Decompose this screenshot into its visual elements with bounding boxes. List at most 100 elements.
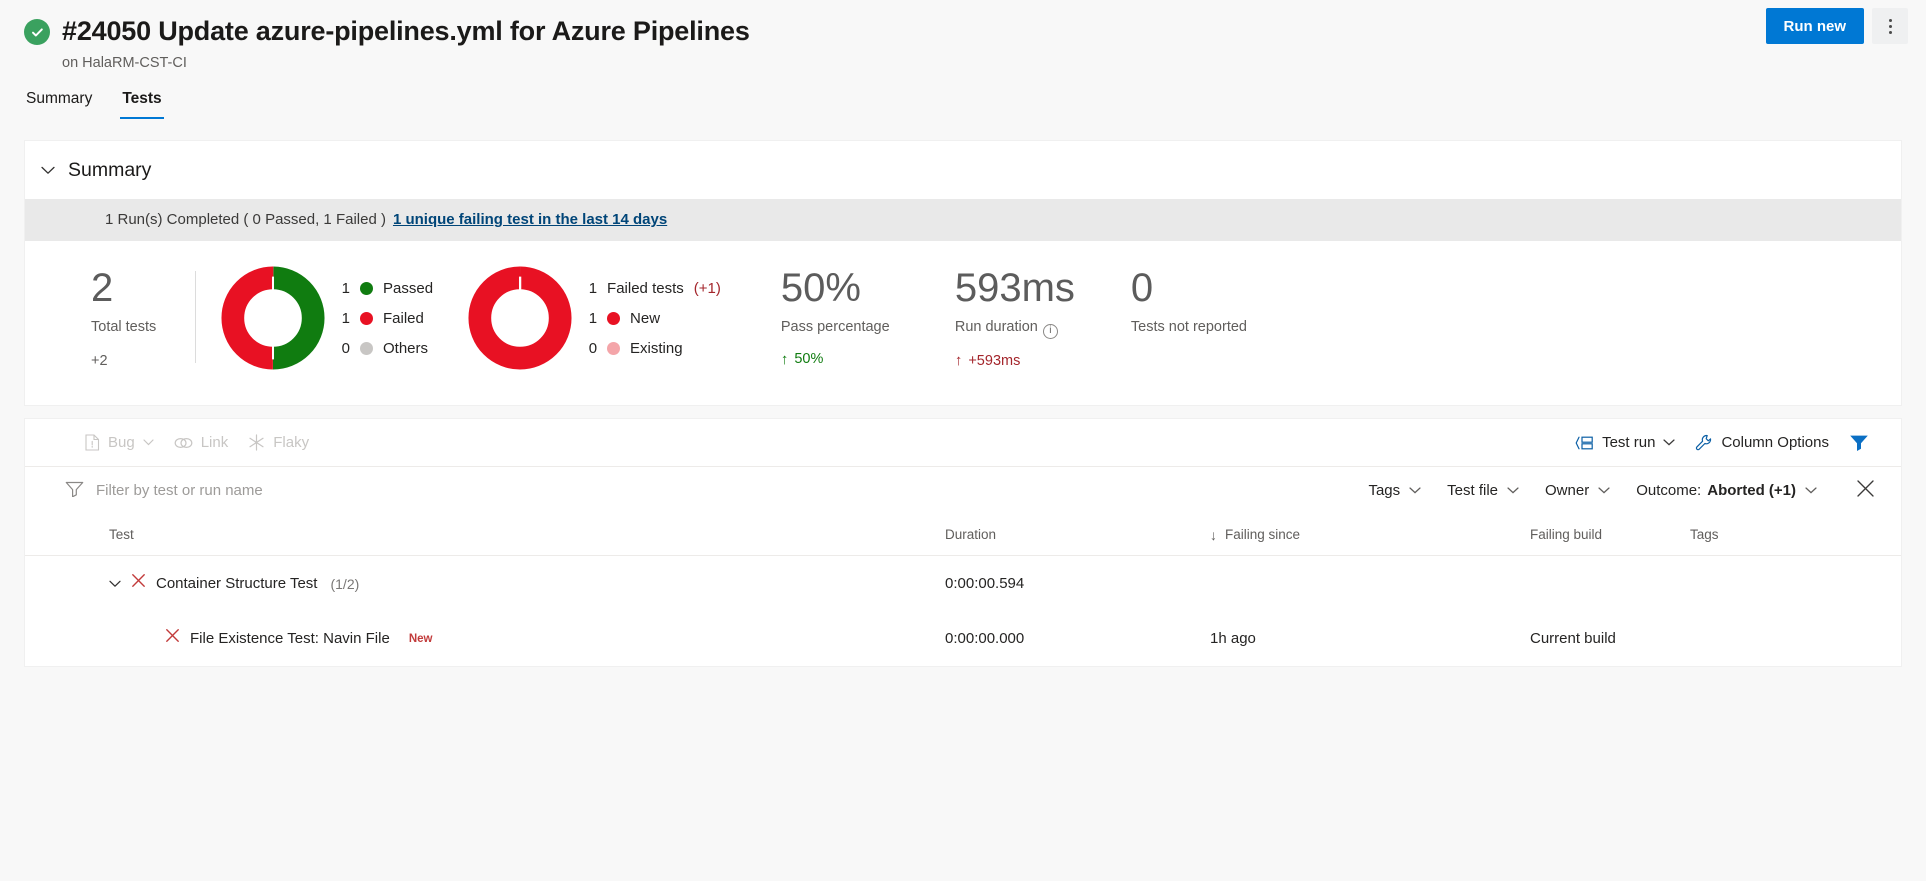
summary-card: Summary 1 Run(s) Completed ( 0 Passed, 1… bbox=[24, 140, 1902, 406]
ellipsis-dot bbox=[1889, 25, 1892, 28]
pass-percentage-trend: ↑ 50% bbox=[781, 349, 899, 369]
legend-count-failed-tests: 1 bbox=[587, 279, 597, 298]
table-row[interactable]: Container Structure Test (1/2) 0:00:00.5… bbox=[25, 556, 1901, 612]
run-duration-label-row: Run durationi bbox=[955, 317, 1075, 339]
table-row[interactable]: File Existence Test: Navin File New 0:00… bbox=[25, 611, 1901, 666]
summary-section-header[interactable]: Summary bbox=[25, 141, 1901, 199]
chevron-down-icon bbox=[1663, 439, 1675, 446]
legend-count-passed: 1 bbox=[340, 279, 350, 298]
column-options-label: Column Options bbox=[1721, 433, 1829, 453]
legend-dot-new bbox=[607, 312, 620, 325]
filter-pill-owner[interactable]: Owner bbox=[1534, 475, 1621, 507]
row-tags bbox=[1690, 611, 1901, 666]
pass-percentage-label: Pass percentage bbox=[781, 317, 899, 337]
test-run-grouping-button[interactable]: Test run bbox=[1565, 427, 1685, 459]
flaky-button[interactable]: Flaky bbox=[238, 427, 319, 459]
summary-banner: 1 Run(s) Completed ( 0 Passed, 1 Failed … bbox=[25, 199, 1901, 241]
chevron-down-icon bbox=[1507, 481, 1519, 501]
run-duration-value: 593ms bbox=[955, 265, 1075, 311]
pass-percentage-trend-value: 50% bbox=[794, 349, 823, 369]
legend-dot-existing bbox=[607, 342, 620, 355]
table-header: Test Duration ↓ Failing since Failing bu… bbox=[25, 515, 1901, 556]
flaky-label: Flaky bbox=[273, 433, 309, 453]
flaky-snowflake-icon bbox=[248, 434, 265, 451]
bug-label: Bug bbox=[108, 433, 135, 453]
column-header-failing-build[interactable]: Failing build bbox=[1530, 515, 1690, 556]
not-reported-value: 0 bbox=[1131, 265, 1249, 311]
ellipsis-dot bbox=[1889, 31, 1892, 34]
failing-since-sort-wrap: ↓ Failing since bbox=[1210, 526, 1530, 544]
filter-pill-test-file[interactable]: Test file bbox=[1436, 475, 1530, 507]
chevron-down-icon[interactable] bbox=[109, 580, 121, 588]
total-tests-value: 2 bbox=[91, 265, 195, 311]
page-header: #24050 Update azure-pipelines.yml for Az… bbox=[0, 0, 1926, 86]
info-icon[interactable]: i bbox=[1043, 324, 1058, 339]
run-completed-text: 1 Run(s) Completed ( 0 Passed, 1 Failed … bbox=[105, 209, 386, 231]
status-badge-new: New bbox=[409, 632, 433, 646]
outcome-donut-group: 1 Passed 1 Failed 0 Others bbox=[220, 265, 433, 371]
grouping-icon bbox=[1575, 435, 1594, 451]
filter-pills: Tags Test file Owner Outcome: Aborted ( bbox=[1357, 473, 1885, 509]
unique-failing-test-link[interactable]: 1 unique failing test in the last 14 day… bbox=[393, 209, 667, 231]
row-failing-build bbox=[1530, 556, 1690, 612]
filter-pill-tags[interactable]: Tags bbox=[1357, 475, 1432, 507]
failed-tests-heading: Failed tests bbox=[607, 279, 684, 298]
column-header-duration[interactable]: Duration bbox=[945, 515, 1210, 556]
arrow-up-icon: ↑ bbox=[781, 352, 789, 367]
legend-item-passed: 1 Passed bbox=[340, 279, 433, 298]
wrench-icon bbox=[1695, 434, 1713, 452]
total-tests-label: Total tests bbox=[91, 317, 195, 337]
run-new-button[interactable]: Run new bbox=[1766, 8, 1865, 44]
metric-total-tests: 2 Total tests +2 bbox=[25, 265, 195, 371]
bug-file-icon bbox=[85, 434, 100, 451]
legend-count-others: 0 bbox=[340, 339, 350, 358]
clear-filters-button[interactable] bbox=[1846, 473, 1885, 509]
bug-button[interactable]: Bug bbox=[75, 427, 164, 459]
metric-run-duration: 593ms Run durationi ↑ +593ms bbox=[955, 265, 1075, 371]
failed-tests-heading-row: 1 Failed tests (+1) bbox=[587, 279, 721, 298]
metrics-row: 2 Total tests +2 1 Passed bbox=[25, 241, 1901, 405]
page-title: #24050 Update azure-pipelines.yml for Az… bbox=[62, 14, 750, 48]
legend-dot-passed bbox=[360, 282, 373, 295]
link-button[interactable]: Link bbox=[164, 427, 239, 459]
close-icon bbox=[1856, 479, 1875, 503]
test-file-filter-label: Test file bbox=[1447, 481, 1498, 501]
more-actions-button[interactable] bbox=[1872, 8, 1908, 44]
column-header-failing-since[interactable]: ↓ Failing since bbox=[1210, 515, 1530, 556]
column-header-tags[interactable]: Tags bbox=[1690, 515, 1901, 556]
legend-item-new: 1 New bbox=[587, 309, 721, 328]
outcome-donut-chart bbox=[220, 265, 326, 371]
row-test-cell: File Existence Test: Navin File New bbox=[25, 611, 945, 666]
filter-pill-outcome[interactable]: Outcome: Aborted (+1) bbox=[1625, 475, 1828, 507]
row-duration: 0:00:00.594 bbox=[945, 556, 1210, 612]
column-header-test[interactable]: Test bbox=[25, 515, 945, 556]
pass-percentage-value: 50% bbox=[781, 265, 899, 311]
tab-summary[interactable]: Summary bbox=[24, 86, 94, 119]
row-tags bbox=[1690, 556, 1901, 612]
legend-count-existing: 0 bbox=[587, 339, 597, 358]
summary-heading: Summary bbox=[68, 158, 151, 182]
tab-tests[interactable]: Tests bbox=[120, 86, 163, 119]
column-options-button[interactable]: Column Options bbox=[1685, 427, 1839, 459]
build-subtitle: on HalaRM-CST-CI bbox=[62, 53, 1902, 73]
test-name: Container Structure Test bbox=[156, 574, 317, 594]
x-fail-icon bbox=[131, 573, 146, 594]
row-duration: 0:00:00.000 bbox=[945, 611, 1210, 666]
link-icon bbox=[174, 436, 193, 450]
chevron-down-icon bbox=[143, 439, 154, 446]
filter-toggle-button[interactable] bbox=[1839, 428, 1879, 457]
outcome-filter-value: Aborted (+1) bbox=[1707, 481, 1796, 501]
total-tests-delta: +2 bbox=[91, 351, 195, 371]
chevron-down-icon bbox=[1409, 481, 1421, 501]
legend-label-new: New bbox=[630, 309, 660, 328]
row-failing-since: 1h ago bbox=[1210, 611, 1530, 666]
failed-donut-chart bbox=[467, 265, 573, 371]
legend-label-passed: Passed bbox=[383, 279, 433, 298]
test-name: File Existence Test: Navin File bbox=[190, 629, 390, 649]
check-circle-success-icon bbox=[24, 19, 50, 45]
legend-item-failed: 1 Failed bbox=[340, 309, 433, 328]
command-bar: Bug Link Flaky bbox=[25, 419, 1901, 467]
search-input[interactable] bbox=[96, 481, 456, 501]
command-bar-left: Bug Link Flaky bbox=[75, 427, 319, 459]
owner-filter-label: Owner bbox=[1545, 481, 1589, 501]
